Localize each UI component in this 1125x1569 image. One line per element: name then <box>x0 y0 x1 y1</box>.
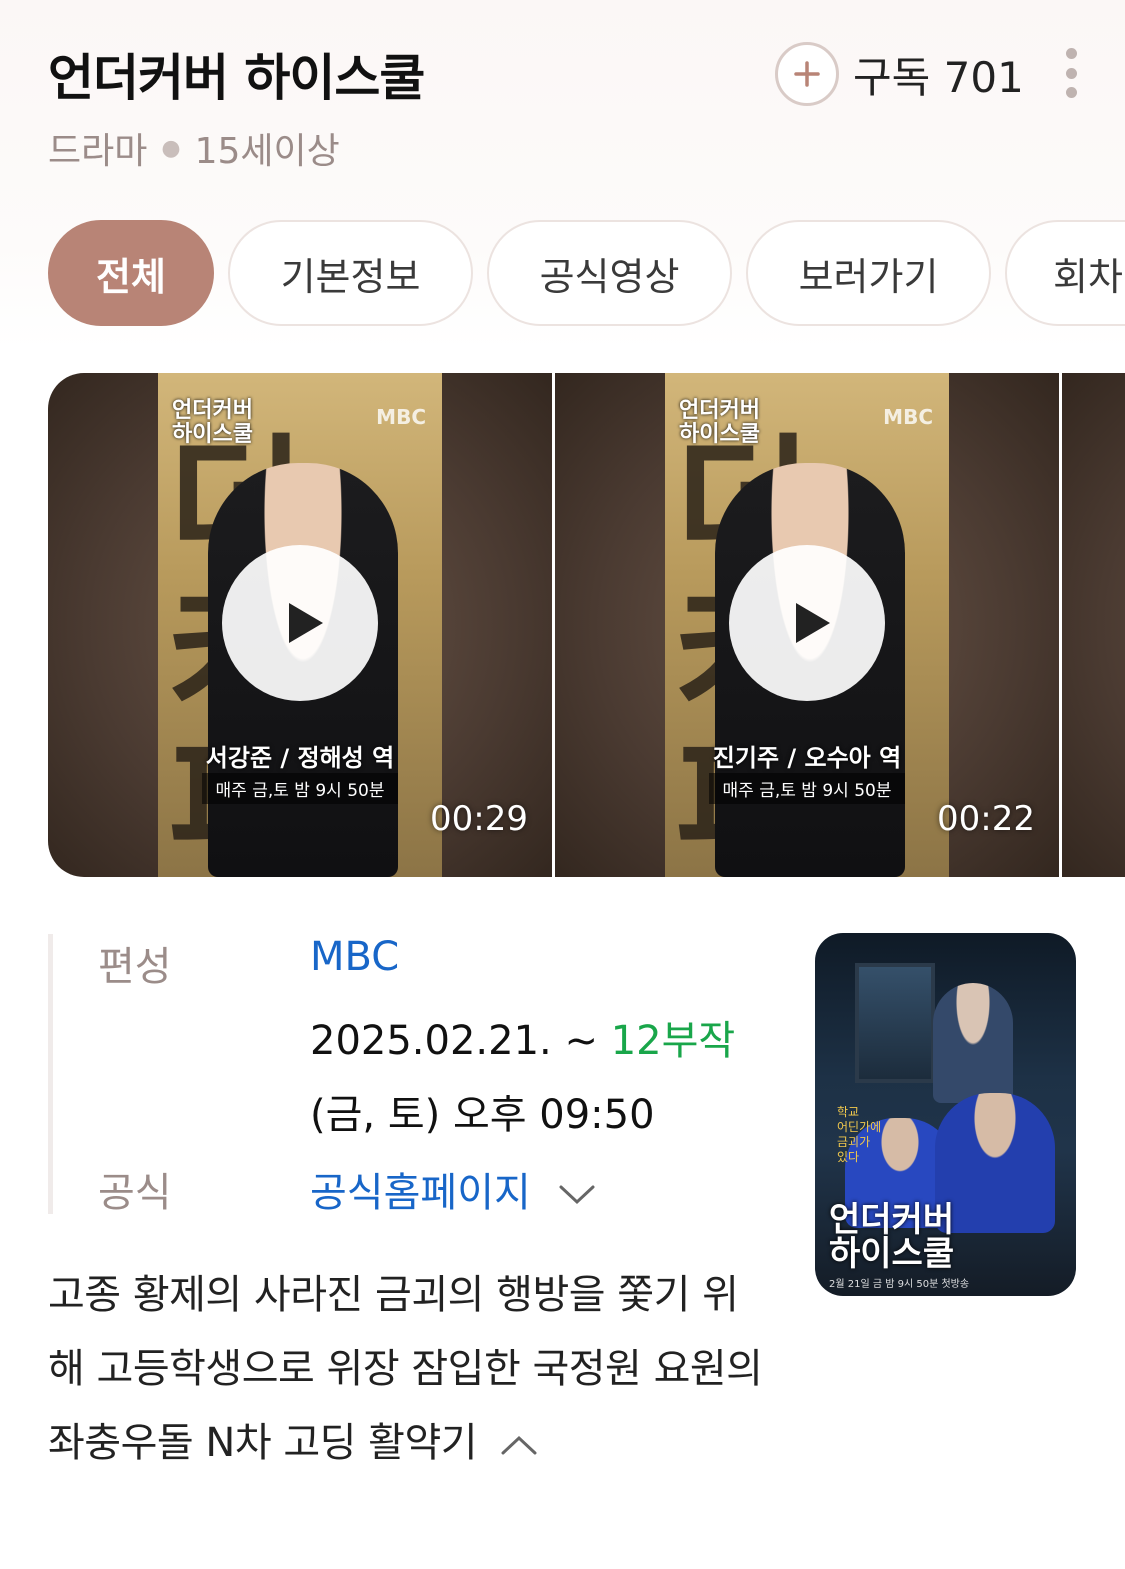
channel-logo: MBC <box>883 405 933 429</box>
more-options-icon[interactable] <box>1058 48 1084 98</box>
broadcast-row: 편성 MBC <box>98 934 399 992</box>
tab-basic-info[interactable]: 기본정보 <box>228 220 473 326</box>
chevron-down-icon[interactable] <box>558 1183 596 1207</box>
schedule-caption: 매주 금,토 밤 9시 50분 <box>709 773 905 804</box>
genre-label: 드라마 <box>48 131 148 172</box>
poster-logo: 언더커버 하이스쿨 <box>679 398 760 447</box>
tab-bar: 전체 기본정보 공식영상 보러가기 회차 <box>48 220 1125 328</box>
actor-caption: 진기주 / 오수아 역 <box>712 744 902 772</box>
poster-window <box>855 963 935 1083</box>
rating-label: 15세이상 <box>194 131 340 172</box>
airtime: (금, 토) 오후 09:50 <box>310 1092 655 1138</box>
video-carousel: 더커퍼 언더커버 하이스쿨 MBC 서강준 / 정해성 역 매주 금,토 밤 9… <box>48 373 1125 877</box>
date-range: 2025.02.21. ~ <box>310 1018 598 1064</box>
video-card-partial[interactable] <box>1062 373 1125 877</box>
poster-logo: 언더커버 하이스쿨 <box>829 1200 955 1274</box>
play-button[interactable] <box>222 545 378 701</box>
tab-episodes[interactable]: 회차 <box>1005 220 1125 326</box>
program-description: 고종 황제의 사라진 금괴의 행방을 쫓기 위해 고등학생으로 위장 잠입한 국… <box>48 1258 768 1480</box>
description-text: 고종 황제의 사라진 금괴의 행방을 쫓기 위해 고등학생으로 위장 잠입한 국… <box>48 1272 763 1466</box>
program-meta: 드라마 ● 15세이상 <box>48 122 340 174</box>
tab-all[interactable]: 전체 <box>48 220 214 326</box>
tab-official-videos[interactable]: 공식영상 <box>487 220 732 326</box>
channel-logo: MBC <box>376 405 426 429</box>
subscribe-button[interactable]: 구독 701 <box>775 42 1024 106</box>
broadcast-label: 편성 <box>98 944 172 990</box>
homepage-link[interactable]: 공식홈페이지 <box>310 1170 531 1216</box>
info-panel: 편성 MBC 2025.02.21. ~ 12부작 (금, 토) 오후 09:5… <box>48 934 788 1216</box>
program-poster[interactable]: 학교 어딘가에 금괴가 있다 언더커버 하이스쿨 2월 21일 금 밤 9시 5… <box>815 933 1076 1296</box>
page-title: 언더커버 하이스쿨 <box>48 49 425 107</box>
poster-airinfo: 2월 21일 금 밤 9시 50분 첫방송 <box>829 1279 970 1290</box>
video-duration: 00:29 <box>430 799 528 839</box>
poster-quote: 학교 어딘가에 금괴가 있다 <box>837 1105 882 1164</box>
poster-figure <box>933 983 1013 1103</box>
play-icon <box>796 603 830 643</box>
official-label: 공식 <box>98 1170 172 1216</box>
date-row-value: 2025.02.21. ~ 12부작 <box>310 1008 735 1066</box>
separator-dot: ● <box>161 135 181 161</box>
broadcaster-link[interactable]: MBC <box>310 934 399 980</box>
homepage-dropdown[interactable]: 공식홈페이지 <box>310 1160 596 1218</box>
plus-icon[interactable] <box>775 42 839 106</box>
official-row: 공식 공식홈페이지 <box>98 1160 595 1218</box>
play-button[interactable] <box>729 545 885 701</box>
episode-count: 12부작 <box>610 1018 736 1064</box>
chevron-up-icon[interactable] <box>499 1432 539 1458</box>
actor-caption: 서강준 / 정해성 역 <box>205 744 395 772</box>
subscribe-count: 구독 701 <box>853 52 1024 102</box>
poster-logo: 언더커버 하이스쿨 <box>172 398 253 447</box>
video-duration: 00:22 <box>937 799 1035 839</box>
video-card[interactable]: 더커퍼 언더커버 하이스쿨 MBC 진기주 / 오수아 역 매주 금,토 밤 9… <box>555 373 1059 877</box>
tab-watch[interactable]: 보러가기 <box>746 220 991 326</box>
video-card[interactable]: 더커퍼 언더커버 하이스쿨 MBC 서강준 / 정해성 역 매주 금,토 밤 9… <box>48 373 552 877</box>
schedule-caption: 매주 금,토 밤 9시 50분 <box>202 773 398 804</box>
play-icon <box>289 603 323 643</box>
